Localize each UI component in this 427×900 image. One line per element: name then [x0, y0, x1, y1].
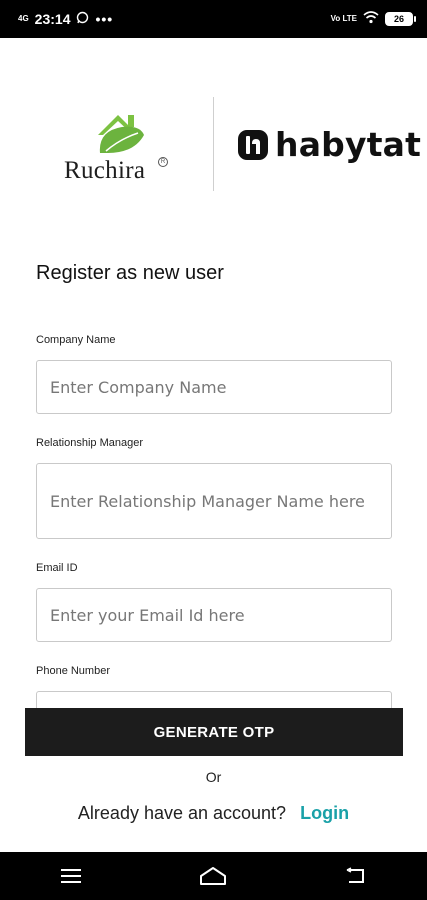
relationship-manager-label: Relationship Manager [36, 437, 144, 449]
battery-icon: 26 [385, 12, 416, 26]
house-leaf-icon [98, 115, 144, 153]
phone-group: Phone Number [36, 665, 392, 708]
email-placeholder: Enter your Email Id here [50, 605, 245, 625]
login-link[interactable]: Login [300, 803, 349, 824]
login-prompt: Already have an account? Login [0, 803, 427, 824]
phone-field[interactable] [36, 691, 392, 708]
relationship-manager-group: Relationship Manager Enter Relationship … [36, 437, 392, 539]
status-bar-left: 4G 23:14 ••• [18, 11, 113, 27]
whatsapp-icon [76, 11, 89, 27]
company-name-label: Company Name [36, 334, 116, 346]
habytat-brand-text: habytat [275, 125, 422, 164]
menu-icon[interactable] [51, 856, 91, 896]
status-time: 23:14 [34, 11, 71, 27]
trademark-icon: R [158, 157, 168, 167]
status-bar-right: Vo LTE 26 [330, 11, 416, 27]
brand-logos: Ruchira R habytat [0, 95, 427, 195]
email-label: Email ID [36, 562, 78, 574]
relationship-manager-placeholder: Enter Relationship Manager Name here [50, 491, 365, 511]
or-separator: Or [205, 769, 222, 785]
back-icon[interactable] [336, 856, 376, 896]
company-name-input[interactable]: Enter Company Name [36, 360, 392, 414]
logo-divider [213, 97, 214, 191]
email-field[interactable]: Enter your Email Id here [36, 588, 392, 642]
habytat-mark-icon [238, 129, 268, 160]
wifi-icon [363, 11, 379, 27]
company-name-placeholder: Enter Company Name [50, 377, 227, 397]
network-signal-label: 4G [18, 14, 29, 23]
phone-label: Phone Number [36, 665, 110, 677]
company-name-group: Company Name Enter Company Name [36, 334, 392, 414]
email-group: Email ID Enter your Email Id here [36, 562, 392, 642]
habytat-logo: habytat [237, 125, 421, 164]
ruchira-brand-text: Ruchira [64, 157, 146, 184]
more-dots-icon: ••• [95, 11, 114, 27]
home-icon[interactable] [193, 856, 233, 896]
account-prompt-text: Already have an account? [77, 803, 287, 823]
page-title: Register as new user [36, 262, 224, 284]
ruchira-logo: Ruchira R [62, 105, 174, 185]
generate-otp-button[interactable]: GENERATE OTP [25, 708, 403, 756]
system-nav-bar [0, 852, 427, 900]
relationship-manager-input[interactable]: Enter Relationship Manager Name here [36, 463, 392, 539]
registration-form: Company Name Enter Company Name Relation… [36, 300, 392, 708]
status-bar: 4G 23:14 ••• Vo LTE 26 [0, 0, 427, 38]
volte-label: Vo LTE [330, 14, 357, 23]
